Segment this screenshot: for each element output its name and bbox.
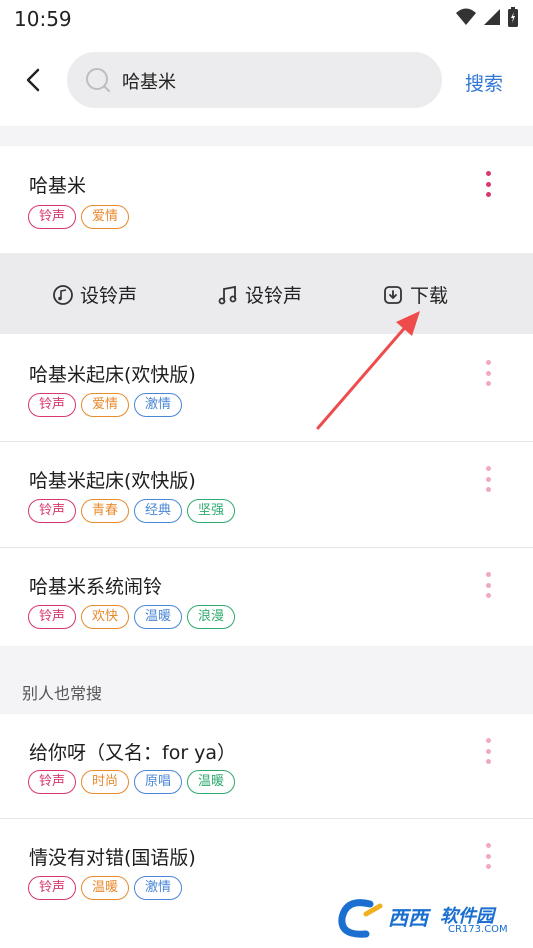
download-button[interactable]: 下载 [382, 281, 448, 308]
song-title: 哈基米 [29, 175, 87, 197]
tag: 经典 [134, 499, 183, 523]
tag-list: 铃声 爱情 [28, 205, 130, 229]
more-icon[interactable] [478, 464, 498, 494]
wifi-icon [456, 8, 476, 25]
tag: 铃声 [28, 205, 77, 229]
tag: 青春 [81, 499, 130, 523]
music-note-icon [218, 285, 237, 304]
search-input[interactable]: 哈基米 [67, 52, 442, 108]
signal-icon [484, 9, 500, 25]
tag: 浪漫 [187, 605, 236, 629]
back-button[interactable] [18, 62, 48, 98]
action-label: 下载 [410, 285, 449, 307]
search-button[interactable]: 搜索 [465, 69, 503, 96]
watermark-brand: 西西 [388, 906, 428, 930]
tag: 铃声 [28, 876, 77, 900]
search-icon [86, 68, 110, 92]
list-item[interactable]: 哈基米系统闹铃 铃声 欢快 温暖 浪漫 [0, 548, 533, 646]
song-title: 哈基米系统闹铃 [29, 576, 163, 598]
tag-list: 铃声 青春 经典 坚强 [28, 499, 236, 523]
more-icon[interactable] [478, 570, 498, 600]
section-title: 别人也常搜 [22, 684, 103, 703]
list-item[interactable]: 哈基米起床(欢快版) 铃声 青春 经典 坚强 [0, 442, 533, 547]
spacer [0, 126, 533, 146]
watermark-logo: 西西 软件园 CR173.COM [336, 896, 514, 942]
tag: 铃声 [28, 499, 77, 523]
status-icons [455, 6, 519, 28]
download-icon [384, 285, 402, 304]
battery-icon [508, 7, 518, 27]
more-icon[interactable] [478, 358, 498, 388]
song-title: 哈基米起床(欢快版) [29, 364, 196, 386]
tag: 时尚 [81, 770, 130, 794]
status-time: 10:59 [14, 7, 72, 31]
action-bar: 设铃声 设铃声 下载 [0, 253, 533, 334]
ringtone-icon [53, 284, 73, 305]
list-item[interactable]: 给你呀（又名：for ya） 铃声 时尚 原唱 温暖 [0, 714, 533, 818]
song-title: 哈基米起床(欢快版) [29, 470, 196, 492]
more-icon[interactable] [478, 169, 498, 199]
watermark-emblem-icon [338, 899, 383, 938]
tag: 欢快 [81, 605, 130, 629]
tag: 激情 [134, 876, 183, 900]
tag-list: 铃声 爱情 激情 [28, 393, 183, 417]
tag-list: 铃声 温暖 激情 [28, 876, 183, 900]
tag: 爱情 [81, 205, 130, 229]
tag: 爱情 [81, 393, 130, 417]
set-ringtone-button[interactable]: 设铃声 [217, 281, 302, 308]
back-arrow-icon [26, 68, 40, 92]
tag: 激情 [134, 393, 183, 417]
tag-list: 铃声 时尚 原唱 温暖 [28, 770, 236, 794]
set-ringtone-button[interactable]: 设铃声 [52, 281, 137, 308]
action-label: 设铃声 [80, 285, 138, 307]
tag: 温暖 [187, 770, 236, 794]
more-icon[interactable] [478, 841, 498, 871]
tag: 铃声 [28, 605, 77, 629]
tag: 原唱 [134, 770, 183, 794]
tag: 铃声 [28, 770, 77, 794]
tag: 温暖 [81, 876, 130, 900]
tag-list: 铃声 欢快 温暖 浪漫 [28, 605, 236, 629]
list-item[interactable]: 哈基米 铃声 爱情 [0, 146, 533, 253]
watermark-domain: CR173.COM [448, 924, 508, 935]
more-icon[interactable] [478, 736, 498, 766]
search-query: 哈基米 [122, 72, 176, 93]
search-header: 哈基米 搜索 [0, 40, 533, 126]
tag: 坚强 [187, 499, 236, 523]
status-bar: 10:59 [0, 0, 533, 40]
tag: 温暖 [134, 605, 183, 629]
song-title: 给你呀（又名：for ya） [29, 742, 237, 764]
song-title: 情没有对错(国语版) [29, 847, 196, 869]
action-label: 设铃声 [245, 285, 303, 307]
tag: 铃声 [28, 393, 77, 417]
list-item[interactable]: 哈基米起床(欢快版) 铃声 爱情 激情 [0, 334, 533, 441]
